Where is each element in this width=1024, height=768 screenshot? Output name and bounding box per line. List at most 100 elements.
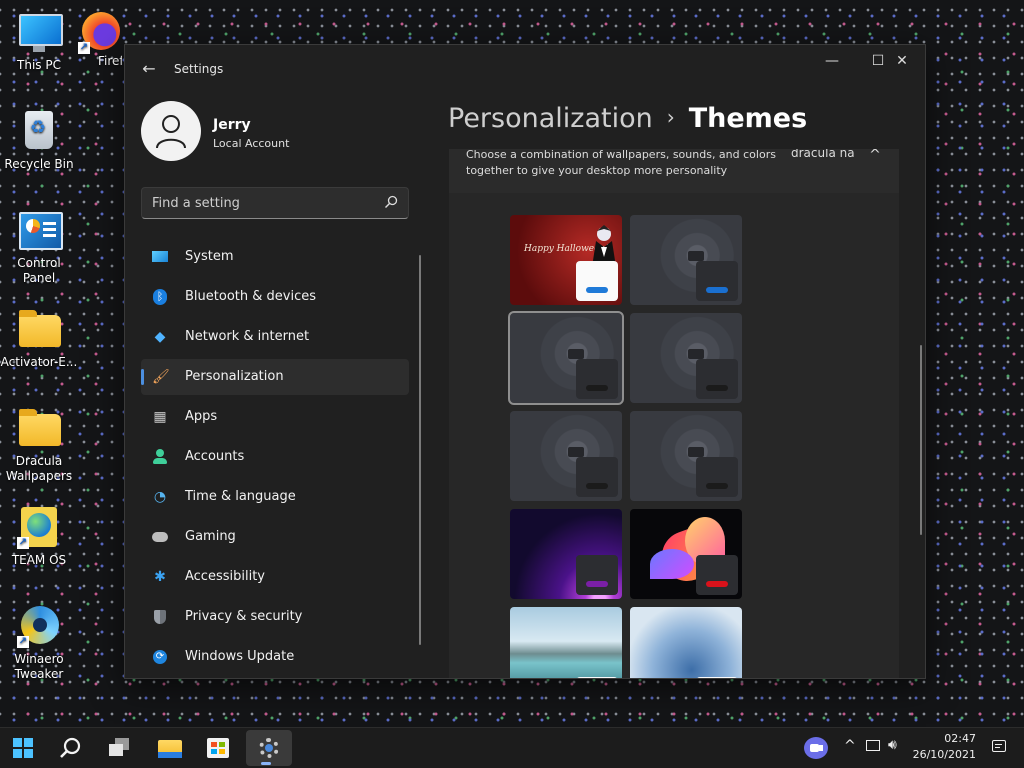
theme-accent-chip xyxy=(696,457,738,497)
sidebar-item-privacy-security[interactable]: Privacy & security xyxy=(141,599,409,635)
file-explorer-icon xyxy=(158,740,182,758)
desktop-icon-team-os[interactable]: ↗ TEAM OS xyxy=(0,505,78,568)
close-button[interactable]: ✕ xyxy=(879,45,925,77)
chevron-up-icon[interactable]: ^ xyxy=(865,149,885,165)
theme-thumbnail-bat-dark-selected[interactable] xyxy=(508,311,624,405)
desktop-icon-activator[interactable]: Activator-E... xyxy=(0,307,78,370)
microsoft-store-button[interactable] xyxy=(198,730,238,766)
desktop-icon-recycle-bin[interactable]: Recycle Bin xyxy=(0,109,78,172)
theme-accent-chip xyxy=(576,677,618,678)
themes-expander-header[interactable]: Choose a combination of wallpapers, soun… xyxy=(449,149,899,194)
theme-accent-chip xyxy=(576,261,618,301)
wifi-icon: ◆ xyxy=(154,329,166,345)
sidebar-item-network[interactable]: ◆ Network & internet xyxy=(141,319,409,355)
minimize-button[interactable]: — xyxy=(809,45,855,77)
clock-time: 02:47 xyxy=(944,732,976,745)
task-view-button[interactable] xyxy=(99,730,139,766)
start-button[interactable] xyxy=(3,730,43,766)
winaero-tweaker-icon: ↗ xyxy=(17,604,61,648)
theme-thumbnail-glow[interactable] xyxy=(510,509,622,599)
settings-window: ← Settings — ☐ ✕ Jerry Local Account Sys… xyxy=(124,44,926,679)
desktop-icon-winaero-tweaker[interactable]: ↗ Winaero Tweaker xyxy=(0,604,78,682)
windows-logo-icon xyxy=(13,738,33,758)
theme-thumbnail-bat-dark-2[interactable] xyxy=(630,313,742,403)
desktop-icon-label: TEAM OS xyxy=(11,553,67,567)
system-icon xyxy=(152,249,168,265)
clock[interactable]: 02:47 26/10/2021 xyxy=(913,731,976,763)
sidebar-item-label: System xyxy=(185,249,234,264)
chevron-right-icon: › xyxy=(666,105,675,129)
firefox-icon: ↗ xyxy=(78,10,122,54)
sidebar-item-label: Accessibility xyxy=(185,569,265,584)
search-icon[interactable] xyxy=(384,195,398,209)
update-icon: ⟳ xyxy=(152,649,168,665)
theme-accent-chip xyxy=(696,359,738,399)
theme-accent-chip xyxy=(696,677,738,678)
theme-thumbnail-dracula[interactable]: Happy Halloween! xyxy=(510,215,622,305)
desktop-icon-this-pc[interactable]: This PC xyxy=(0,10,78,73)
sidebar-item-time-language[interactable]: ◔ Time & language xyxy=(141,479,409,515)
system-tray: ^ 🔊︎ 02:47 26/10/2021 xyxy=(800,728,1024,768)
user-profile[interactable]: Jerry Local Account xyxy=(141,101,421,163)
apps-icon: ▦ xyxy=(153,409,167,425)
file-explorer-button[interactable] xyxy=(150,730,190,766)
theme-gallery: Happy Halloween! xyxy=(449,193,899,678)
desktop-icon-firefox[interactable]: ↗ Firefo xyxy=(78,10,122,69)
search-box[interactable] xyxy=(141,187,409,219)
taskbar-search-button[interactable] xyxy=(51,730,91,766)
sidebar-item-bluetooth[interactable]: ᛒ Bluetooth & devices xyxy=(141,279,409,315)
sidebar-item-windows-update[interactable]: ⟳ Windows Update xyxy=(141,639,409,675)
sidebar-item-apps[interactable]: ▦ Apps xyxy=(141,399,409,435)
search-input[interactable] xyxy=(142,188,372,218)
sidebar-item-label: Gaming xyxy=(185,529,236,544)
this-pc-icon xyxy=(17,10,63,54)
shortcut-arrow-icon: ↗ xyxy=(78,42,90,54)
theme-thumbnail-bat-blue[interactable] xyxy=(630,215,742,305)
sidebar-item-personalization[interactable]: 🖌 Personalization xyxy=(141,359,409,395)
control-panel-icon xyxy=(17,208,63,252)
desktop-icon-label: Control Panel xyxy=(17,256,61,285)
notifications-icon[interactable] xyxy=(992,740,1006,752)
breadcrumb-parent[interactable]: Personalization xyxy=(448,103,653,134)
theme-accent-chip xyxy=(576,555,618,595)
sidebar-item-label: Time & language xyxy=(185,489,296,504)
theme-thumbnail-flow[interactable] xyxy=(630,607,742,678)
theme-accent-chip xyxy=(576,457,618,497)
desktop-icon-label: This PC xyxy=(17,58,61,72)
back-button[interactable]: ← xyxy=(137,57,161,81)
theme-thumbnail-bat-dark-4[interactable] xyxy=(630,411,742,501)
sidebar-item-accessibility[interactable]: ✱ Accessibility xyxy=(141,559,409,595)
sidebar-item-system[interactable]: System xyxy=(141,239,409,275)
sidebar-item-label: Privacy & security xyxy=(185,609,303,624)
taskbar: ^ 🔊︎ 02:47 26/10/2021 xyxy=(0,727,1024,768)
theme-thumbnail-captured-motion[interactable] xyxy=(630,509,742,599)
title-bar[interactable]: ← Settings — ☐ ✕ xyxy=(125,45,925,93)
sidebar-scrollbar[interactable] xyxy=(419,255,421,645)
accounts-icon xyxy=(152,449,168,465)
desktop-icon-control-panel[interactable]: Control Panel xyxy=(0,208,78,286)
theme-accent-chip xyxy=(576,359,618,399)
volume-icon[interactable]: 🔊︎ xyxy=(888,737,897,753)
theme-thumbnail-bat-dark-3[interactable] xyxy=(510,411,622,501)
network-icon[interactable] xyxy=(866,740,880,751)
sidebar-item-gaming[interactable]: Gaming xyxy=(141,519,409,555)
desktop-icon-label: Activator-E... xyxy=(0,355,78,369)
folder-icon xyxy=(17,406,61,450)
current-theme-name: dracula na xyxy=(791,149,855,160)
theme-thumbnail-lake[interactable] xyxy=(510,607,622,678)
content-scrollbar[interactable] xyxy=(920,345,922,535)
desktop-icon-label: Dracula Wallpapers xyxy=(5,454,73,483)
sidebar-item-label: Accounts xyxy=(185,449,245,464)
teams-chat-icon[interactable] xyxy=(804,737,828,759)
desktop-icon-label: Firefo xyxy=(98,54,122,68)
store-icon xyxy=(207,738,229,758)
chevron-up-icon[interactable]: ^ xyxy=(844,738,856,754)
team-os-icon: ↗ xyxy=(17,505,61,549)
accessibility-icon: ✱ xyxy=(154,569,166,585)
user-icon xyxy=(156,115,186,149)
desktop-icon-dracula-wallpapers[interactable]: Dracula Wallpapers xyxy=(0,406,78,484)
settings-taskbar-button[interactable] xyxy=(246,730,292,766)
gamepad-icon xyxy=(152,529,168,545)
sidebar-item-accounts[interactable]: Accounts xyxy=(141,439,409,475)
user-name: Jerry xyxy=(213,117,251,133)
